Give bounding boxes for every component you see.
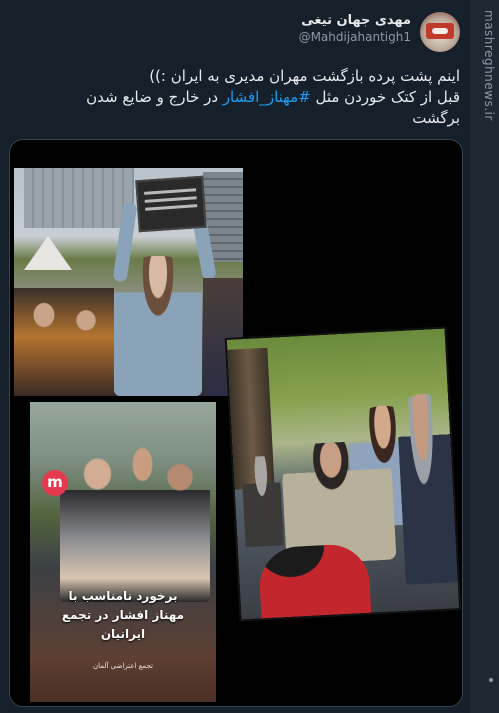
tweet-text-fragment: در خارج و ضایع شدن (86, 88, 223, 106)
profile-avatar[interactable] (420, 12, 460, 52)
video-caption: برخورد نامناسب با مهناز افشار در تجمع ای… (34, 587, 212, 644)
m-logo-icon: m (42, 470, 68, 496)
video-caption-line-2: مهناز افشار در تجمع (61, 608, 185, 622)
tweet-text-fragment: قبل از کتک خوردن مثل (310, 88, 460, 106)
man-in-cap-figure (240, 455, 284, 548)
video-caption-line-1: برخورد نامناسب با (68, 589, 178, 603)
protest-photo[interactable] (14, 168, 243, 396)
tent-shape (24, 236, 72, 270)
video-caption-line-3: ایرانیان (100, 627, 146, 641)
tweet-text-line-3: برگشت (412, 109, 460, 127)
video-frame-photo[interactable]: m برخورد نامناسب با مهناز افشار در تجمع … (30, 402, 216, 702)
tweet-media[interactable]: m برخورد نامناسب با مهناز افشار در تجمع … (9, 139, 463, 707)
author-block[interactable]: مهدی جهان تیغی @Mahdijahantigh1 (299, 12, 411, 45)
hashtag-link[interactable]: #مهناز_افشار (223, 88, 311, 106)
dot-mark (489, 678, 493, 682)
crowd-figures (60, 442, 210, 602)
man-figure (395, 392, 458, 585)
tweet-text: اینم پشت پرده بازگشت مهران مدیری به ایرا… (12, 66, 460, 129)
confrontation-photo[interactable] (224, 326, 462, 622)
display-name[interactable]: مهدی جهان تیغی (299, 12, 411, 29)
woman-figure (114, 256, 202, 396)
protest-sign (135, 175, 207, 233)
avatar-logo-icon (426, 23, 454, 39)
video-credit: تجمع اعتراضی آلمان (93, 662, 153, 670)
crowd-figures (14, 288, 114, 396)
tweet-text-line-2: قبل از کتک خوردن مثل #مهناز_افشار در خار… (12, 87, 460, 108)
site-watermark: mashreghnews.ir (482, 10, 496, 121)
red-jacket-figure (257, 542, 372, 619)
building-shape (24, 168, 134, 228)
watermark-band: mashreghnews.ir (470, 0, 499, 713)
tweet-card: مهدی جهان تیغی @Mahdijahantigh1 اینم پشت… (0, 0, 470, 713)
user-handle[interactable]: @Mahdijahantigh1 (299, 29, 411, 45)
tweet-text-line-1: اینم پشت پرده بازگشت مهران مدیری به ایرا… (149, 67, 460, 85)
